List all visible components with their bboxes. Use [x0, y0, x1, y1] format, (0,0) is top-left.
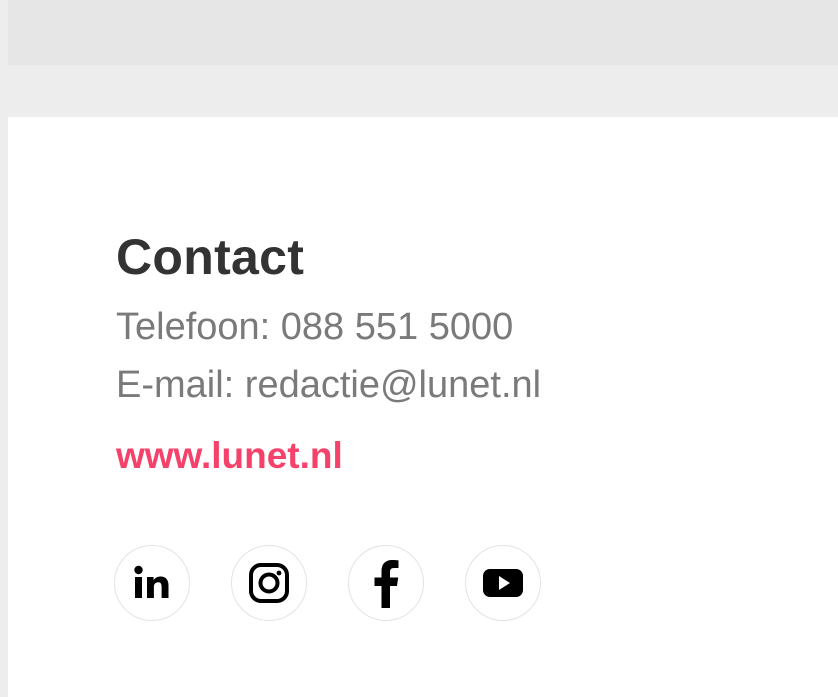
instagram-button[interactable] [231, 545, 307, 621]
youtube-button[interactable] [465, 545, 541, 621]
email-text: E-mail: redactie@lunet.nl [116, 364, 542, 406]
facebook-button[interactable] [348, 545, 424, 621]
instagram-icon [249, 563, 289, 603]
youtube-icon [483, 569, 523, 597]
top-bar [8, 0, 838, 65]
linkedin-button[interactable] [114, 545, 190, 621]
contact-info: Telefoon: 088 551 5000 E-mail: redactie@… [116, 298, 541, 414]
facebook-icon [374, 560, 399, 608]
phone-text: Telefoon: 088 551 5000 [116, 306, 514, 348]
linkedin-icon [134, 565, 169, 598]
contact-card: Contact Telefoon: 088 551 5000 E-mail: r… [8, 117, 838, 697]
website-link[interactable]: www.lunet.nl [116, 434, 343, 478]
contact-section: Contact Telefoon: 088 551 5000 E-mail: r… [116, 227, 541, 478]
contact-title: Contact [116, 229, 305, 285]
social-links [114, 545, 541, 621]
